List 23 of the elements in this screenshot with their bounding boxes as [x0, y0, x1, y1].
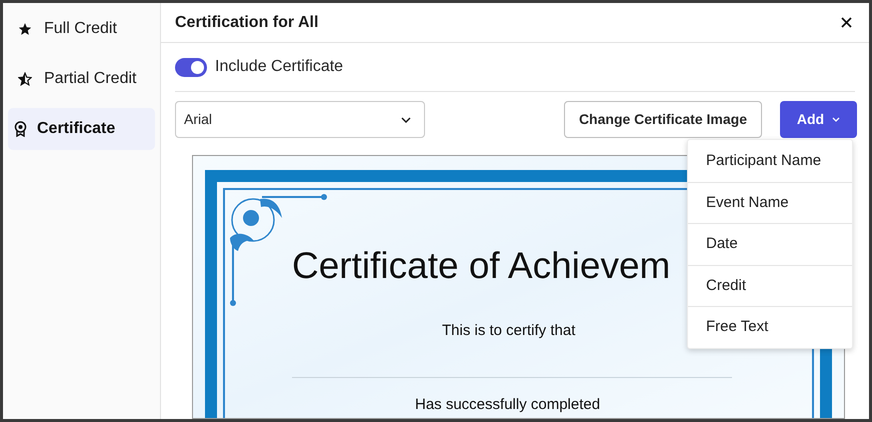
toggle-label: Include Certificate: [215, 57, 344, 77]
dialog-title: Certification for All: [175, 12, 318, 32]
close-icon[interactable]: [841, 17, 852, 28]
menu-item[interactable]: Participant Name: [688, 140, 852, 182]
award-icon: [14, 121, 27, 137]
menu-item[interactable]: Event Name: [688, 182, 852, 223]
certificate-text: This is to certify that: [442, 321, 576, 341]
chevron-down-icon: [832, 117, 840, 122]
menu-item[interactable]: Credit: [688, 264, 852, 306]
chevron-down-icon: [401, 116, 411, 122]
sidebar-item[interactable]: Full Credit: [8, 8, 155, 50]
add-button[interactable]: Add: [780, 101, 857, 138]
change-image-button[interactable]: Change Certificate Image: [564, 101, 762, 138]
certificate-title: Certificate of Achievem: [292, 244, 670, 288]
sidebar-item[interactable]: Certificate: [8, 108, 155, 150]
sidebar-item[interactable]: Partial Credit: [8, 58, 155, 100]
font-dropdown[interactable]: Arial: [175, 101, 425, 138]
menu-item[interactable]: Date: [688, 223, 852, 264]
star-icon: [18, 22, 32, 36]
half-star-icon: [18, 72, 32, 86]
certificate-text: Has successfully completed: [415, 395, 600, 415]
menu-item[interactable]: Free Text: [688, 306, 852, 348]
toggle-switch[interactable]: [175, 58, 207, 76]
